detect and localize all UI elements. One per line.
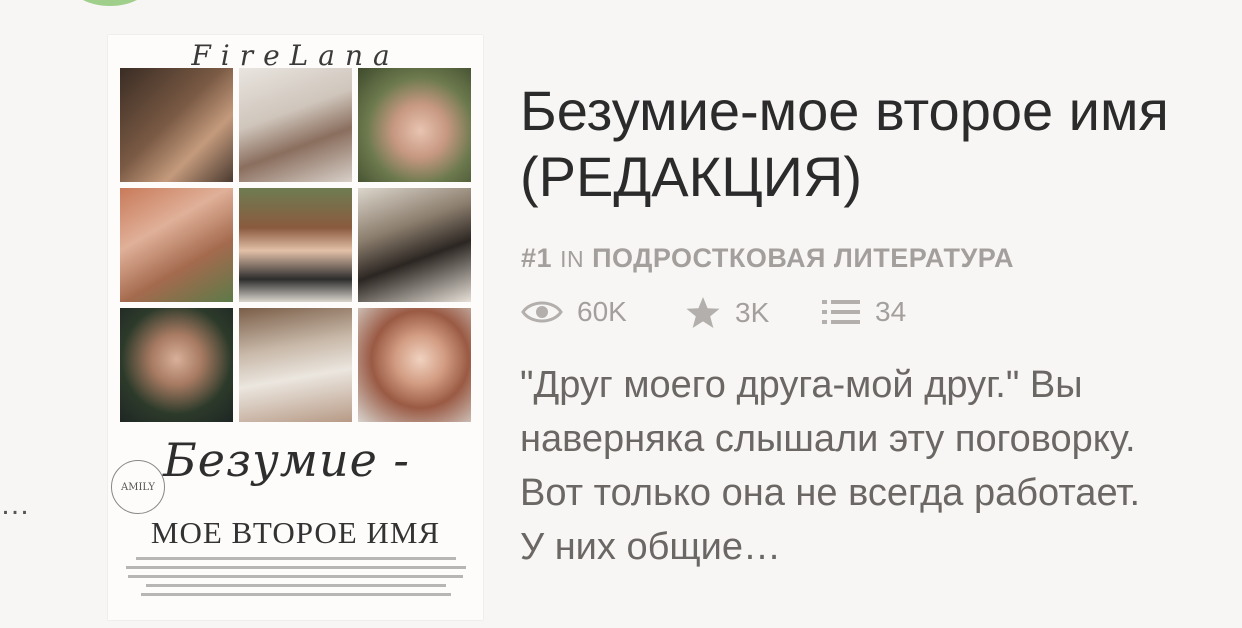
story-description: "Друг моего друга-мой друг." Вы наверняк… — [520, 364, 1141, 568]
reads-stat: 60K — [521, 296, 627, 328]
cover-subtitle: МОЕ ВТОРОЕ ИМЯ — [150, 515, 441, 550]
rank-in-label: IN — [560, 246, 585, 272]
cover-photo — [239, 188, 352, 302]
cover-photo — [239, 68, 352, 182]
cover-photo — [358, 68, 471, 182]
avatar[interactable] — [70, 0, 150, 6]
votes-stat: 3K — [685, 296, 769, 330]
cover-photo — [358, 188, 471, 302]
cover-photo — [120, 188, 233, 302]
book-cover[interactable]: FireLana Безумие - AMILY МОЕ ВТОРОЕ ИМЯ — [108, 35, 483, 620]
votes-count: 3K — [735, 297, 770, 328]
list-icon — [821, 297, 875, 327]
truncation-ellipsis: … — [0, 488, 32, 521]
parts-stat: 34 — [821, 296, 906, 328]
parts-count: 34 — [875, 296, 907, 327]
story-title[interactable]: Безумие-мое второе имя (РЕДАКЦИЯ) — [520, 78, 1220, 210]
cover-photo-grid — [120, 68, 471, 422]
cover-photo — [120, 68, 233, 182]
cover-photo — [120, 308, 233, 422]
reads-count: 60K — [577, 296, 627, 327]
rank-category: ПОДРОСТКОВАЯ ЛИТЕРАТУРА — [592, 243, 1014, 273]
star-icon — [685, 296, 735, 330]
cover-photo — [239, 308, 352, 422]
cover-script-title: Безумие - — [163, 433, 410, 487]
cover-credits — [122, 557, 469, 602]
cover-photo — [358, 308, 471, 422]
eye-icon — [521, 298, 577, 326]
cover-stamp: AMILY — [111, 460, 165, 514]
ranking-tag[interactable]: #1 IN ПОДРОСТКОВАЯ ЛИТЕРАТУРА — [521, 243, 1014, 274]
rank-number: #1 — [521, 243, 553, 273]
